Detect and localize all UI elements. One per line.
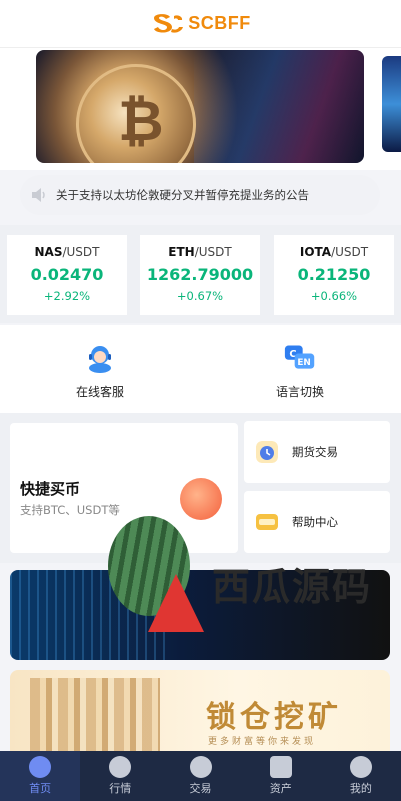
- tab-trade[interactable]: 交易: [160, 751, 240, 801]
- tab-label: 首页: [29, 782, 52, 795]
- tab-profile[interactable]: 我的: [321, 751, 401, 801]
- ticker-price: 0.02470: [30, 265, 104, 284]
- tab-home[interactable]: 首页: [0, 751, 81, 801]
- promo-city-image: [30, 678, 160, 752]
- ticker-card-eth[interactable]: ETH/USDT 1262.79000 +0.67%: [140, 235, 260, 315]
- banner-slide[interactable]: ₿: [36, 50, 364, 163]
- futures-trading-card[interactable]: 期货交易: [244, 421, 390, 483]
- watermark: 西瓜源码: [108, 516, 370, 636]
- announcement-bar[interactable]: 关于支持以太坊伦敦硬分叉并暂停充提业务的公告: [20, 175, 380, 215]
- ticker-change: +0.67%: [176, 289, 224, 303]
- customer-service-icon: [89, 346, 111, 373]
- market-icon: [109, 756, 132, 778]
- tab-label: 我的: [349, 782, 372, 795]
- ticker-price: 0.21250: [297, 265, 371, 284]
- service-label: 在线客服: [75, 385, 124, 399]
- services-row: 在线客服 C EN 语言切换: [0, 325, 401, 413]
- ticker-quote: /USDT: [331, 245, 369, 259]
- logo-mark-icon: [154, 13, 184, 33]
- speaker-icon: [32, 188, 45, 202]
- logo: SCBFF: [150, 12, 251, 36]
- paper-plane-icon: [180, 478, 222, 520]
- banner-chart-glow: [194, 50, 364, 163]
- bitcoin-symbol: ₿: [118, 89, 164, 154]
- promo-banner-mining[interactable]: 锁仓挖矿 更多财富等你来发现: [10, 670, 390, 752]
- ticker-section: NAS/USDT 0.02470 +2.92% ETH/USDT 1262.79…: [0, 225, 401, 323]
- ticker-quote: /USDT: [62, 245, 100, 259]
- quick-buy-subtitle: 支持BTC、USDT等: [20, 503, 120, 517]
- announcement-text[interactable]: 关于支持以太坊伦敦硬分叉并暂停充提业务的公告: [56, 187, 309, 203]
- ticker-card-iota[interactable]: IOTA/USDT 0.21250 +0.66%: [274, 235, 394, 315]
- ticker-price: 1262.79000: [146, 265, 254, 284]
- language-switch-icon: C EN: [284, 345, 315, 369]
- bottom-tab-bar: 首页 行情 交易 资产 我的: [0, 751, 401, 801]
- home-icon: [29, 756, 52, 778]
- ticker-card-nas[interactable]: NAS/USDT 0.02470 +2.92%: [7, 235, 127, 315]
- customer-service-button[interactable]: 在线客服: [40, 343, 160, 400]
- watermark-text: 西瓜源码: [212, 565, 373, 609]
- wallet-icon: [269, 756, 292, 778]
- svg-text:EN: EN: [297, 358, 311, 368]
- ticker-quote: /USDT: [194, 245, 232, 259]
- ticker-base: NAS: [34, 245, 63, 259]
- app-header: SCBFF: [0, 0, 401, 48]
- ticker-base: IOTA: [299, 245, 332, 259]
- banner-carousel[interactable]: ₿: [0, 48, 401, 201]
- promo-mining-subtitle: 更多财富等你来发现: [208, 737, 317, 747]
- tab-assets[interactable]: 资产: [241, 751, 321, 801]
- banner-next-slide[interactable]: [382, 56, 401, 152]
- quick-buy-title: 快捷买币: [20, 480, 81, 498]
- language-switch-button[interactable]: C EN 语言切换: [240, 343, 360, 400]
- futures-icon: [256, 441, 278, 463]
- tab-label: 交易: [189, 782, 212, 795]
- ticker-pair: IOTA/USDT: [274, 245, 394, 259]
- ticker-pair: NAS/USDT: [7, 245, 127, 259]
- promo-mining-title: 锁仓挖矿: [206, 700, 342, 735]
- tab-label: 行情: [109, 782, 132, 795]
- logo-text: SCBFF: [188, 13, 251, 33]
- user-icon: [349, 756, 372, 778]
- tab-label: 资产: [269, 782, 292, 795]
- ticker-change: +0.66%: [310, 289, 358, 303]
- futures-label: 期货交易: [292, 445, 338, 459]
- trade-icon: [189, 756, 212, 778]
- service-label: 语言切换: [275, 385, 324, 399]
- watermelon-slice-icon: [148, 574, 204, 632]
- tab-market[interactable]: 行情: [80, 751, 160, 801]
- ticker-pair: ETH/USDT: [140, 245, 260, 259]
- ticker-base: ETH: [168, 245, 195, 259]
- ticker-change: +2.92%: [43, 289, 91, 303]
